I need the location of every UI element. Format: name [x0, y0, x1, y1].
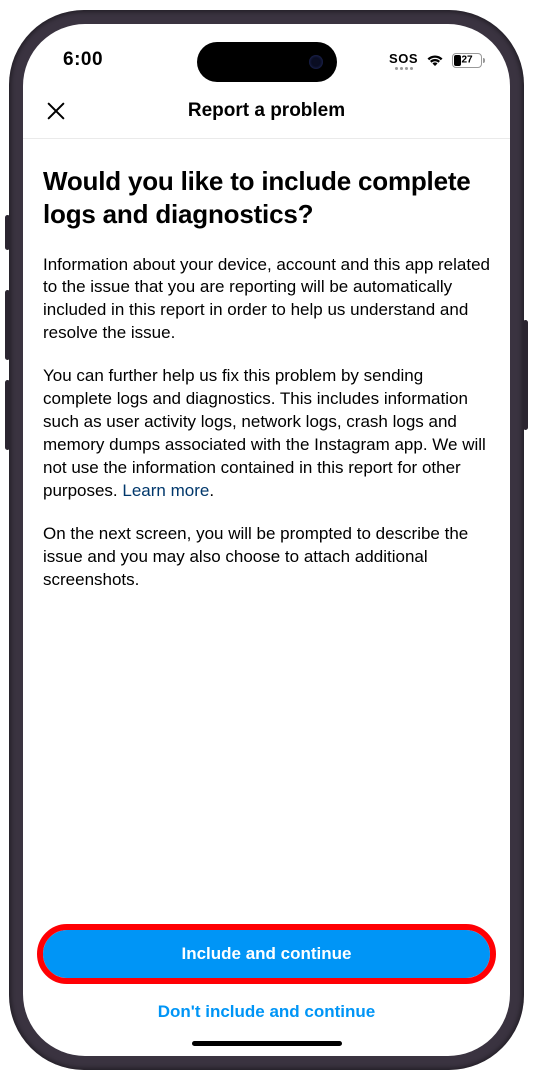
page-title: Report a problem [188, 100, 345, 122]
battery-fill [454, 55, 461, 66]
side-button-vol-up [5, 290, 10, 360]
battery-icon: 27 [452, 53, 482, 68]
content-paragraph-3: On the next screen, you will be prompted… [43, 523, 490, 592]
nav-bar: Report a problem [23, 84, 510, 139]
wifi-icon [425, 53, 445, 68]
sos-dots-icon [395, 67, 413, 70]
dynamic-island [197, 42, 337, 82]
screen: 6:00 SOS 27 Report a problem [23, 24, 510, 1056]
include-and-continue-button[interactable]: Include and continue [43, 930, 490, 978]
side-button-mute [5, 215, 10, 250]
content-paragraph-1: Information about your device, account a… [43, 254, 490, 346]
close-button[interactable] [41, 96, 71, 126]
primary-button-highlight-wrap: Include and continue [43, 930, 490, 978]
side-button-vol-down [5, 380, 10, 450]
status-indicators: SOS 27 [389, 51, 482, 70]
status-time: 6:00 [63, 49, 103, 71]
footer: Include and continue Don't include and c… [23, 930, 510, 1056]
sos-label: SOS [389, 51, 418, 66]
side-button-power [523, 320, 528, 430]
close-icon [45, 100, 67, 122]
main-content: Would you like to include complete logs … [23, 139, 510, 930]
content-paragraph-2-text: You can further help us fix this problem… [43, 366, 486, 500]
home-indicator[interactable] [192, 1041, 342, 1046]
content-paragraph-2-period: . [209, 481, 214, 500]
dont-include-and-continue-button[interactable]: Don't include and continue [43, 992, 490, 1032]
content-paragraph-2: You can further help us fix this problem… [43, 365, 490, 503]
front-camera-icon [309, 55, 323, 69]
battery-percentage: 27 [461, 54, 472, 65]
content-heading: Would you like to include complete logs … [43, 165, 490, 232]
learn-more-link[interactable]: Learn more [122, 481, 209, 500]
phone-frame: 6:00 SOS 27 Report a problem [9, 10, 524, 1070]
cellular-sos-indicator: SOS [389, 51, 418, 70]
